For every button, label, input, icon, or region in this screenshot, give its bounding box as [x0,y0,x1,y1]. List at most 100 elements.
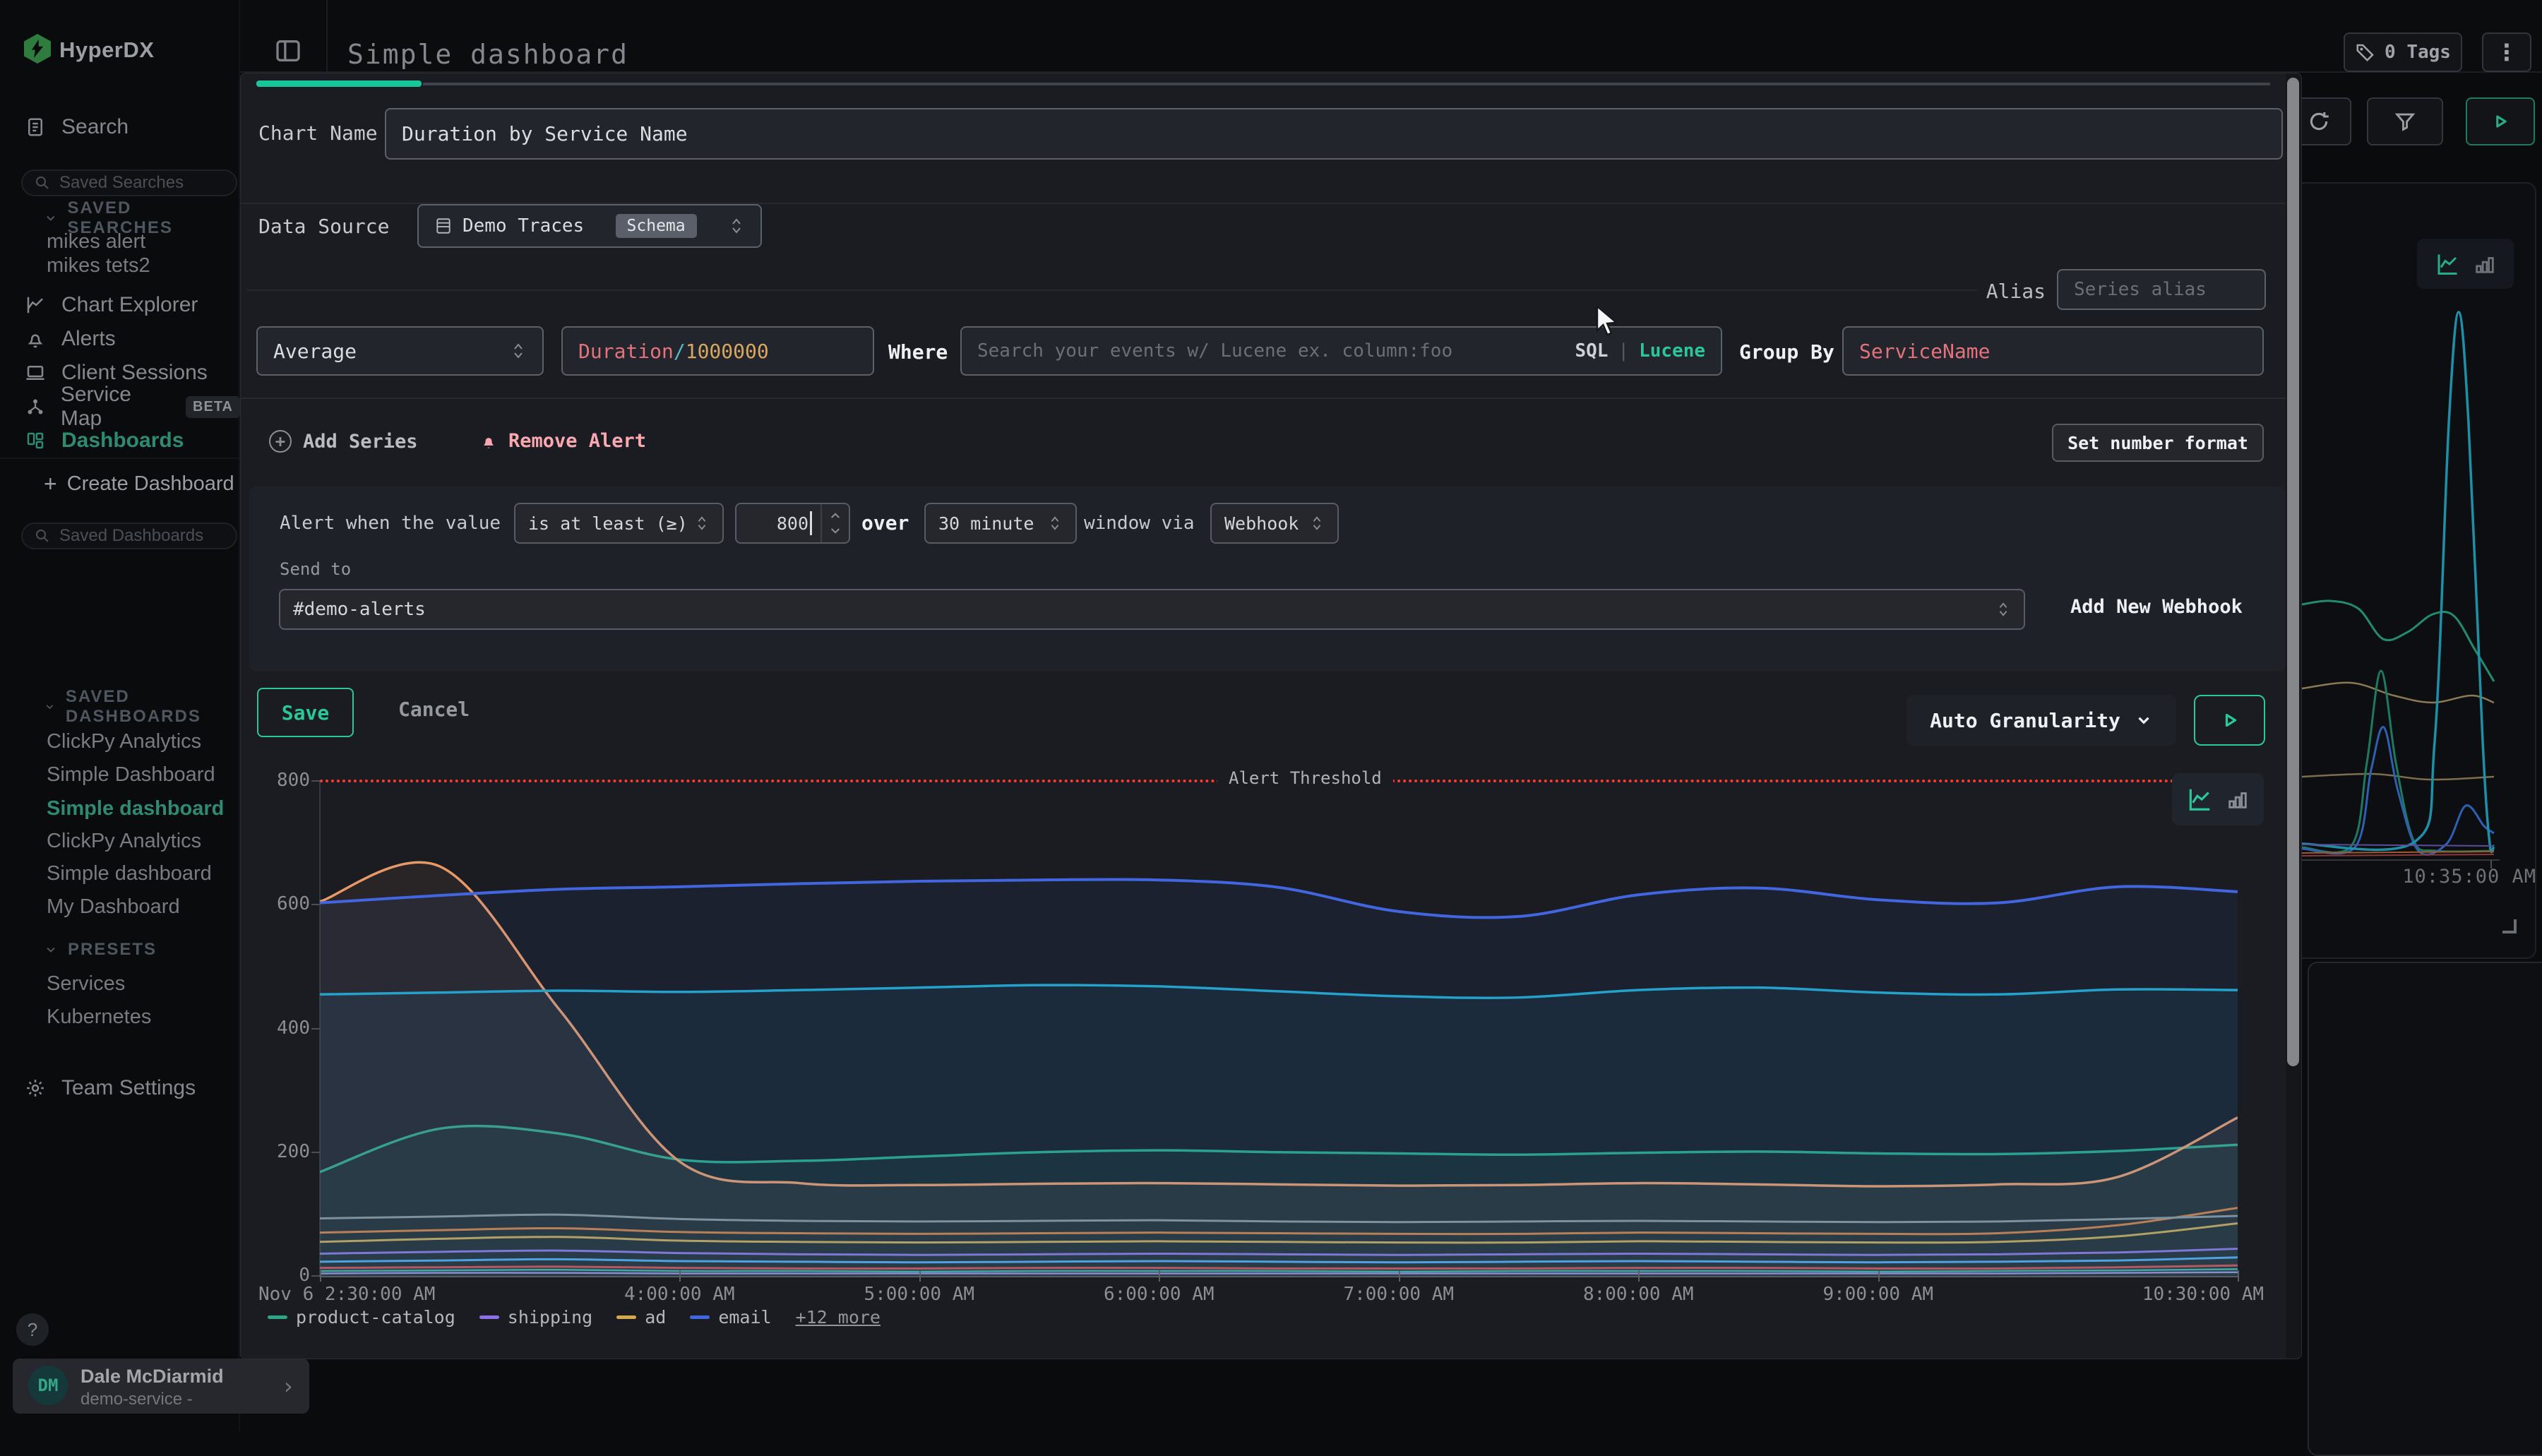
sidebar: HyperDX Search Saved Searches SAVED SEAR… [0,0,240,1431]
x-axis-tick [1399,1270,1400,1282]
y-axis-tick-label: 200 [246,1141,310,1162]
sidebar-item-chart-explorer[interactable]: Chart Explorer [0,289,240,321]
tags-label: 0 Tags [2385,42,2451,63]
chart-area: Alert Threshold 0200400600800Nov 6 2:30:… [241,73,2286,1360]
sidebar-item-team-settings[interactable]: Team Settings [0,1072,240,1104]
background-series [2302,601,2494,681]
chevron-down-icon [44,943,58,957]
chart-explorer-icon [25,294,49,316]
background-series [2302,671,2494,852]
y-axis-tick [311,904,320,905]
saved-dashboard-item-active[interactable]: Simple dashboard [47,797,230,821]
modal-scrollbar-thumb[interactable] [2287,78,2299,1066]
x-axis-tick [919,1270,921,1282]
chevron-down-icon [44,211,57,225]
saved-search-item[interactable]: mikes alert [47,230,230,253]
presets-header[interactable]: PRESETS [44,939,157,960]
legend-item-email[interactable]: email [690,1307,771,1327]
y-axis-tick [311,780,320,782]
legend-swatch [268,1315,287,1319]
sidebar-item-dashboards[interactable]: Dashboards [0,424,240,457]
legend-item-+12 more[interactable]: +12 more [796,1307,881,1327]
help-button[interactable]: ? [16,1313,49,1346]
saved-dashboard-item[interactable]: ClickPy Analytics [47,830,230,853]
x-axis [320,1276,2238,1277]
bar-chart-icon [2473,252,2497,276]
saved-dashboard-item[interactable]: My Dashboard [47,895,230,919]
background-chart-type-toggle[interactable] [2417,239,2514,289]
refresh-icon [2307,109,2331,133]
beta-badge: BETA [186,396,240,418]
filter-funnel-icon [2393,109,2417,133]
line-chart-icon [2435,251,2460,277]
y-axis-tick [311,1028,320,1030]
saved-dashboard-item[interactable]: Simple dashboard [47,862,230,885]
tags-button[interactable]: 0 Tags [2344,32,2462,72]
background-run-button[interactable] [2466,97,2535,145]
line-chart-icon [2186,786,2213,813]
saved-searches-header[interactable]: SAVED SEARCHES [44,208,239,229]
background-lower-panel [2308,962,2542,1456]
mouse-cursor [1594,305,1623,339]
x-axis-tick [320,1270,321,1282]
background-series [2302,727,2494,855]
preset-item-services[interactable]: Services [47,972,230,996]
y-axis-tick [311,1152,320,1153]
collapse-sidebar-icon [274,37,302,65]
plus-icon: + [44,471,57,497]
saved-dashboard-item[interactable]: ClickPy Analytics [47,730,230,753]
laptop-icon [25,362,49,383]
x-axis-tick [2238,1270,2239,1282]
legend-swatch [479,1315,499,1319]
sidebar-item-alerts[interactable]: Alerts [0,323,240,355]
hyperdx-logo-icon [24,34,51,64]
background-mini-chart [2302,297,2542,869]
y-axis-tick-label: 0 [246,1265,310,1286]
saved-dashboards-header[interactable]: SAVED DASHBOARDS [44,696,239,717]
legend-item-ad[interactable]: ad [616,1307,666,1327]
saved-search-item[interactable]: mikes tets2 [47,254,230,278]
sidebar-divider [0,458,240,459]
create-dashboard-button[interactable]: + Create Dashboard [44,471,234,497]
x-axis-tick-label: Nov 6 2:30:00 AM [258,1284,435,1305]
search-icon [34,174,51,191]
legend-item-shipping[interactable]: shipping [479,1307,592,1327]
panel-resize-handle[interactable] [2502,919,2517,933]
timeseries-plot[interactable] [320,781,2238,1276]
chart-legend: product-catalog shipping ad email +12 more [268,1307,881,1327]
app-logo-text: HyperDX [59,37,154,63]
x-axis-tick [679,1270,681,1282]
filter-button[interactable] [2367,97,2443,145]
user-profile-card[interactable]: DM Dale McDiarmid demo-service - › [13,1359,309,1414]
x-axis-tick [1638,1270,1640,1282]
background-chart-x-label: 10:35:00 AM [2344,866,2536,888]
chart-type-toggle[interactable] [2172,773,2264,825]
saved-searches-input[interactable]: Saved Searches [21,169,237,196]
user-name: Dale McDiarmid [80,1366,224,1388]
tag-icon [2355,42,2376,63]
bell-icon [25,328,49,350]
search-icon [34,527,51,544]
gear-icon [25,1078,49,1099]
saved-searches-placeholder: Saved Searches [59,173,184,193]
page-title: Simple dashboard [347,39,628,70]
bar-chart-icon [2226,787,2250,811]
sidebar-item-service-map[interactable]: Service Map BETA [0,390,240,423]
legend-swatch [616,1315,636,1319]
dashboards-grid-icon [25,430,49,451]
play-icon [2488,109,2512,133]
sidebar-item-search[interactable]: Search [0,111,240,143]
legend-item-product-catalog[interactable]: product-catalog [268,1307,455,1327]
saved-dashboards-placeholder: Saved Dashboards [59,526,203,546]
sidebar-collapse-button[interactable] [274,37,302,65]
saved-dashboard-item[interactable]: Simple Dashboard [47,763,230,787]
chevron-down-icon [44,700,56,714]
background-series [2302,854,2494,856]
series-area-email [320,879,2238,1276]
saved-dashboards-input[interactable]: Saved Dashboards [21,523,237,549]
preset-item-kubernetes[interactable]: Kubernetes [47,1006,230,1029]
legend-swatch [690,1315,710,1319]
chevron-right-icon: › [284,1373,293,1400]
more-options-button[interactable]: ⋮ [2482,32,2531,72]
edit-chart-modal: Chart Name Duration by Service Name Data… [240,73,2302,1359]
